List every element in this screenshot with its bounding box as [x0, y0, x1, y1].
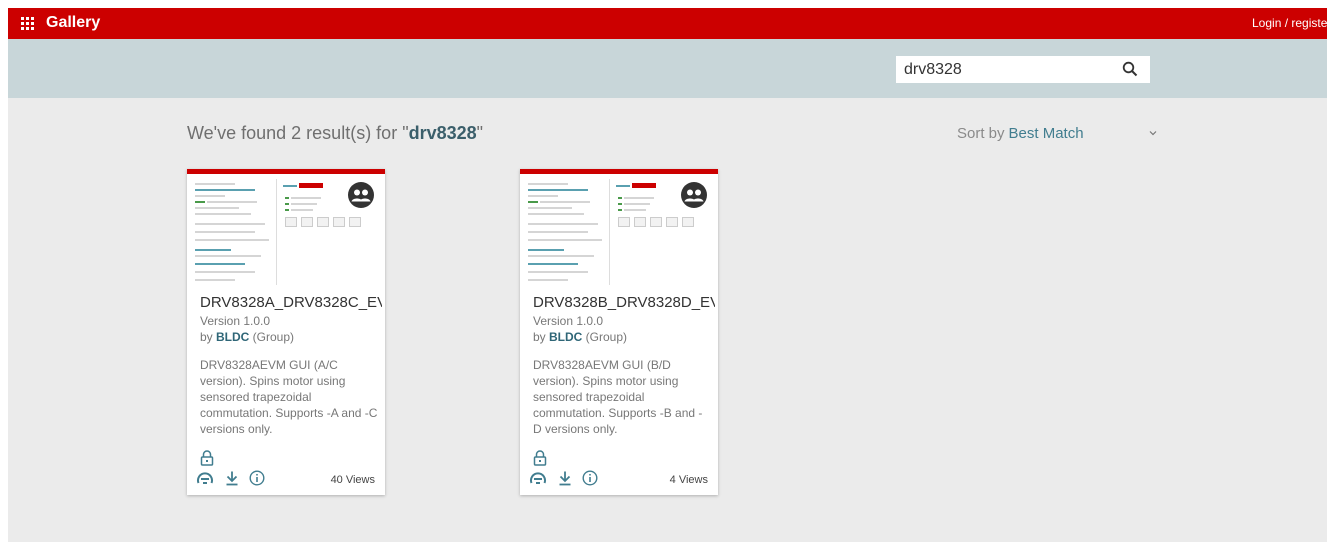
top-bar: Gallery Login / registe — [8, 8, 1327, 39]
results-query: drv8328 — [408, 123, 477, 143]
sort-control[interactable]: Sort by Best Match — [957, 125, 1084, 142]
author-suffix: (Group) — [582, 330, 628, 344]
app-thumbnail[interactable] — [520, 169, 718, 289]
search-band — [8, 39, 1327, 98]
results-prefix: We've found 2 result(s) for " — [187, 123, 409, 143]
sort-label: Sort by — [957, 125, 1005, 142]
app-description: DRV8328AEVM GUI (A/C version). Spins mot… — [200, 358, 378, 436]
view-count: 4 Views — [669, 474, 708, 486]
author-suffix: (Group) — [249, 330, 295, 344]
results-heading: We've found 2 result(s) for "drv8328" — [187, 123, 483, 144]
app-version: Version 1.0.0 — [533, 314, 604, 328]
gallery-page: Gallery Login / registe We've found 2 re… — [8, 8, 1327, 542]
group-users-icon — [681, 182, 707, 208]
search-icon[interactable] — [1122, 61, 1138, 77]
download-icon[interactable] — [225, 470, 239, 486]
app-author: by BLDC (Group) — [533, 330, 627, 344]
login-register-link[interactable]: Login / registe — [1252, 16, 1327, 30]
download-icon[interactable] — [558, 470, 572, 486]
search-input[interactable] — [904, 59, 1114, 80]
app-version: Version 1.0.0 — [200, 314, 271, 328]
app-card-drv8328a[interactable]: DRV8328A_DRV8328C_EV Version 1.0.0 by BL… — [187, 169, 385, 495]
app-author: by BLDC (Group) — [200, 330, 294, 344]
app-description: DRV8328AEVM GUI (B/D version). Spins mot… — [533, 358, 703, 436]
run-app-icon[interactable] — [529, 470, 547, 486]
view-count: 40 Views — [330, 474, 375, 486]
sort-value[interactable]: Best Match — [1009, 125, 1084, 142]
app-card-drv8328b[interactable]: DRV8328B_DRV8328D_EV Version 1.0.0 by BL… — [520, 169, 718, 495]
group-link[interactable]: BLDC — [549, 330, 582, 344]
lock-icon — [533, 450, 547, 466]
lock-icon — [200, 450, 214, 466]
search-box — [896, 56, 1150, 83]
group-link[interactable]: BLDC — [216, 330, 249, 344]
run-app-icon[interactable] — [196, 470, 214, 486]
group-users-icon — [348, 182, 374, 208]
app-title[interactable]: Gallery — [46, 14, 100, 32]
app-thumbnail[interactable] — [187, 169, 385, 289]
apps-grid-icon[interactable] — [21, 17, 34, 30]
author-prefix: by — [533, 330, 550, 344]
info-icon[interactable] — [582, 470, 598, 486]
app-name[interactable]: DRV8328B_DRV8328D_EV — [533, 294, 715, 311]
app-name[interactable]: DRV8328A_DRV8328C_EV — [200, 294, 382, 311]
info-icon[interactable] — [249, 470, 265, 486]
author-prefix: by — [200, 330, 217, 344]
results-suffix: " — [476, 123, 484, 143]
chevron-down-icon[interactable] — [1148, 128, 1158, 138]
